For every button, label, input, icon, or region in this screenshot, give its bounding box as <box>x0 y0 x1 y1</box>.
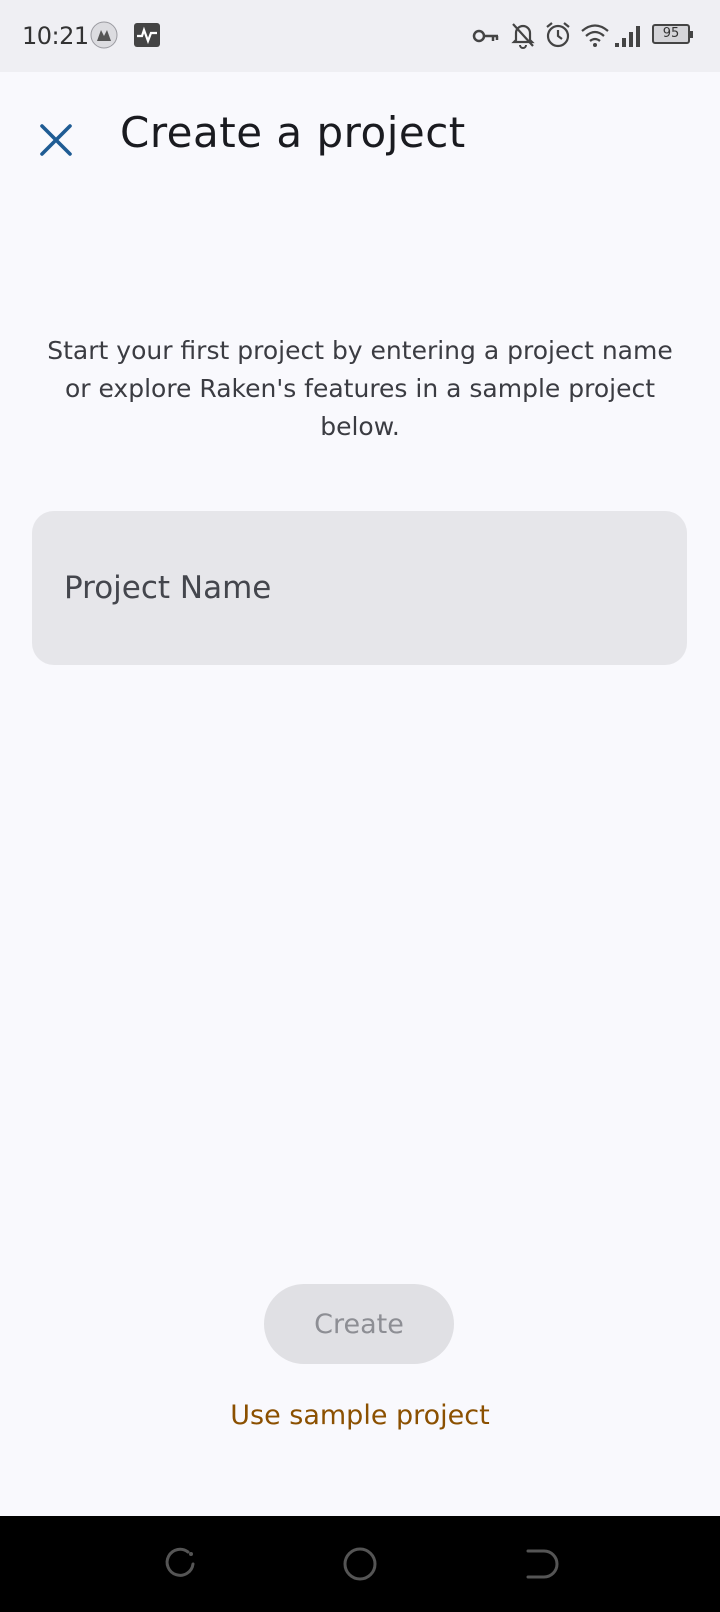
notifications-off-icon <box>510 21 536 53</box>
status-time: 10:21 <box>22 22 89 50</box>
vpn-icon <box>90 21 118 53</box>
create-button[interactable]: Create <box>264 1284 454 1364</box>
recent-apps-icon <box>165 1547 195 1577</box>
home-icon <box>343 1547 377 1581</box>
intro-text: Start your first project by entering a p… <box>47 336 673 441</box>
back-icon <box>526 1549 559 1579</box>
close-icon <box>40 124 72 156</box>
cellular-signal-icon <box>614 23 644 53</box>
recent-apps-button[interactable] <box>158 1542 202 1586</box>
battery-icon: 95 <box>652 24 693 44</box>
home-button[interactable] <box>338 1542 382 1586</box>
page-title: Create a project <box>120 108 466 157</box>
app-bar: Create a project <box>0 72 720 206</box>
use-sample-project-link[interactable]: Use sample project <box>0 1400 720 1431</box>
wifi-icon <box>580 21 610 53</box>
project-name-field[interactable] <box>32 511 687 665</box>
close-button[interactable] <box>28 112 84 168</box>
alarm-icon <box>544 21 572 53</box>
status-bar: 10:21 95 <box>0 0 720 72</box>
navigation-bar <box>0 1516 720 1612</box>
activity-monitor-icon <box>133 21 161 53</box>
key-icon <box>472 24 500 52</box>
back-button[interactable] <box>518 1542 562 1586</box>
